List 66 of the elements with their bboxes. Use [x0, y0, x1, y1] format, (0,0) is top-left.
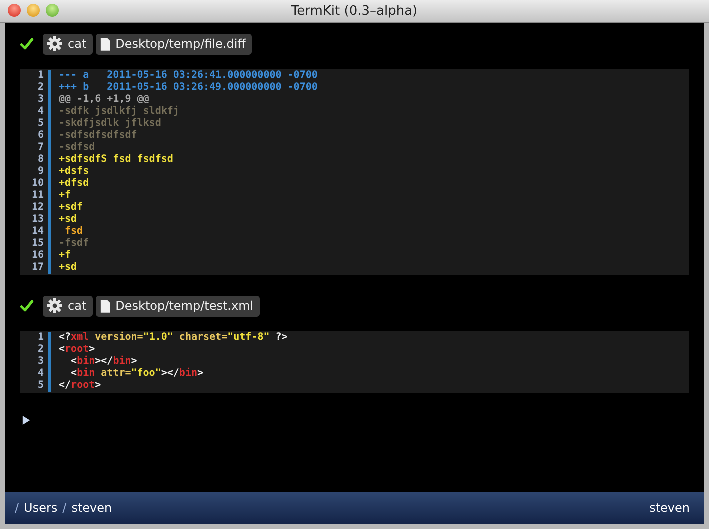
- line-number: 5: [20, 118, 51, 130]
- line-number: 15: [20, 238, 51, 250]
- code-line: <root>: [59, 344, 96, 356]
- line-number: 6: [20, 130, 51, 142]
- line-number: 5: [20, 380, 51, 392]
- line-number: 13: [20, 214, 51, 226]
- document-icon: [100, 36, 111, 52]
- code-line: -skdfjsdlk jflksd: [59, 118, 162, 130]
- code-line: +dfsd: [59, 178, 90, 190]
- user-name: steven: [650, 501, 690, 515]
- path-separator: /: [15, 501, 20, 515]
- line-number: 4: [20, 368, 51, 380]
- path-token[interactable]: Desktop/temp/file.diff: [96, 34, 252, 54]
- command-token[interactable]: cat: [43, 34, 93, 54]
- gear-icon: [47, 298, 63, 314]
- line-number: 1: [20, 70, 51, 82]
- line-number: 3: [20, 356, 51, 368]
- code-line: +sdf: [59, 202, 84, 214]
- line-number: 9: [20, 166, 51, 178]
- code-line: -sdfsdfsdfsdf: [59, 130, 138, 142]
- line-number: 3: [20, 94, 51, 106]
- line-number: 10: [20, 178, 51, 190]
- file-path: Desktop/temp/file.diff: [116, 37, 246, 51]
- gear-icon: [47, 36, 63, 52]
- path-separator: /: [62, 501, 67, 515]
- minimize-button[interactable]: [27, 4, 40, 17]
- file-path: Desktop/temp/test.xml: [116, 299, 254, 313]
- zoom-button[interactable]: [46, 4, 59, 17]
- code-line: -sdfsd: [59, 142, 96, 154]
- line-number: 16: [20, 250, 51, 262]
- code-line: <bin attr="foo"></bin>: [70, 368, 204, 380]
- code-line: +dsfs: [59, 166, 90, 178]
- code-line: @@ -1,6 +1,9 @@: [59, 94, 150, 106]
- code-line: --- a 2011-05-16 03:26:41.000000000 -0700: [59, 70, 318, 82]
- code-line: +sd: [59, 214, 78, 226]
- prompt-icon[interactable]: [22, 415, 31, 426]
- line-number: 17: [20, 262, 51, 274]
- command-name: cat: [68, 37, 87, 51]
- line-number: 12: [20, 202, 51, 214]
- line-number: 14: [20, 226, 51, 238]
- line-number: 2: [20, 82, 51, 94]
- code-line: +f: [59, 250, 72, 262]
- line-number: 2: [20, 344, 51, 356]
- code-line: <bin></bin>: [70, 356, 138, 368]
- path-segment[interactable]: Users: [24, 501, 58, 515]
- code-line: fsd: [64, 226, 84, 238]
- code-line: +sdfsdfS fsd fsdfsd: [59, 154, 174, 166]
- code-line: -sdfk jsdlkfj sldkfj: [59, 106, 180, 118]
- path-segment[interactable]: steven: [72, 501, 112, 515]
- line-number: 7: [20, 142, 51, 154]
- line-number: 8: [20, 154, 51, 166]
- line-number: 4: [20, 106, 51, 118]
- command-name: cat: [68, 299, 87, 313]
- code-line: +++ b 2011-05-16 03:26:49.000000000 -0700: [59, 82, 318, 94]
- path-token[interactable]: Desktop/temp/test.xml: [96, 296, 260, 316]
- window-title: TermKit (0.3–alpha): [291, 4, 418, 18]
- code-line: +sd: [59, 262, 78, 274]
- line-number: 1: [20, 332, 51, 344]
- document-icon: [100, 298, 111, 314]
- code-line: +f: [59, 190, 72, 202]
- close-button[interactable]: [8, 4, 21, 17]
- code-line: <?xml version="1.0" charset="utf-8" ?>: [59, 332, 288, 344]
- line-number: 11: [20, 190, 51, 202]
- code-line: </root>: [59, 380, 102, 392]
- code-line: -fsdf: [59, 238, 90, 250]
- command-token[interactable]: cat: [43, 296, 93, 316]
